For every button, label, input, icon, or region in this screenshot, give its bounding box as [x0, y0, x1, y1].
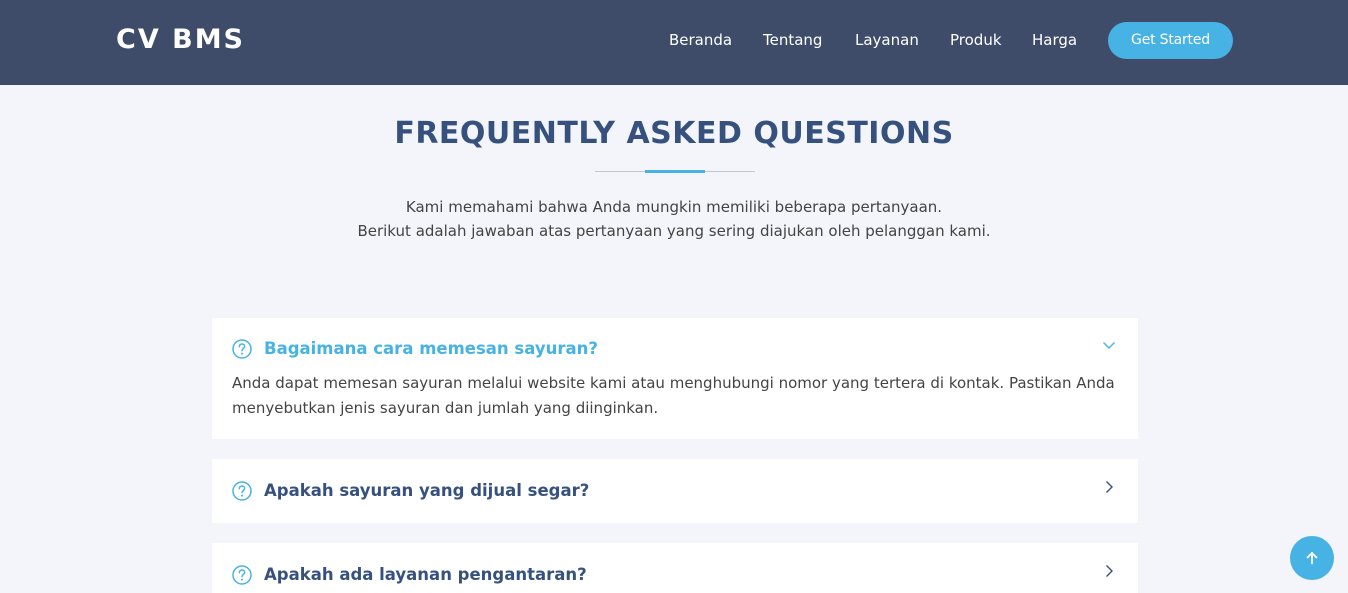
question-circle-icon — [232, 481, 252, 501]
faq-item[interactable]: Apakah sayuran yang dijual segar? — [212, 459, 1138, 523]
intro-line: Kami memahami bahwa Anda mungkin memilik… — [405, 198, 943, 216]
get-started-button[interactable]: Get Started — [1108, 22, 1233, 59]
intro-line: Berikut adalah jawaban atas pertanyaan y… — [357, 222, 991, 240]
title-divider-accent — [645, 170, 705, 173]
question-circle-icon — [232, 339, 252, 359]
question-circle-icon — [232, 565, 252, 585]
faq-question[interactable]: Bagaimana cara memesan sayuran? — [264, 337, 598, 361]
chevron-right-icon[interactable] — [1102, 564, 1116, 578]
site-header: CV BMS Beranda Tentang Layanan Produk Ha… — [0, 0, 1348, 85]
nav-link-tentang[interactable]: Tentang — [763, 28, 822, 52]
section-intro: Kami memahami bahwa Anda mungkin memilik… — [0, 195, 1348, 243]
nav-link-beranda[interactable]: Beranda — [669, 28, 732, 52]
nav-link-harga[interactable]: Harga — [1032, 28, 1077, 52]
arrow-up-icon — [1306, 552, 1318, 565]
faq-answer: Anda dapat memesan sayuran melalui websi… — [232, 374, 1115, 417]
faq-question[interactable]: Apakah sayuran yang dijual segar? — [264, 479, 589, 503]
faq-item[interactable]: Apakah ada layanan pengantaran? — [212, 543, 1138, 593]
nav-link-produk[interactable]: Produk — [950, 28, 1002, 52]
faq-question[interactable]: Apakah ada layanan pengantaran? — [264, 563, 587, 587]
back-to-top-button[interactable] — [1290, 536, 1334, 580]
chevron-down-icon[interactable] — [1102, 338, 1116, 352]
chevron-right-icon[interactable] — [1102, 480, 1116, 494]
section-title: FREQUENTLY ASKED QUESTIONS — [394, 116, 954, 151]
faq-item-expanded: Bagaimana cara memesan sayuran? Anda dap… — [212, 318, 1138, 439]
nav-link-layanan[interactable]: Layanan — [855, 28, 919, 52]
